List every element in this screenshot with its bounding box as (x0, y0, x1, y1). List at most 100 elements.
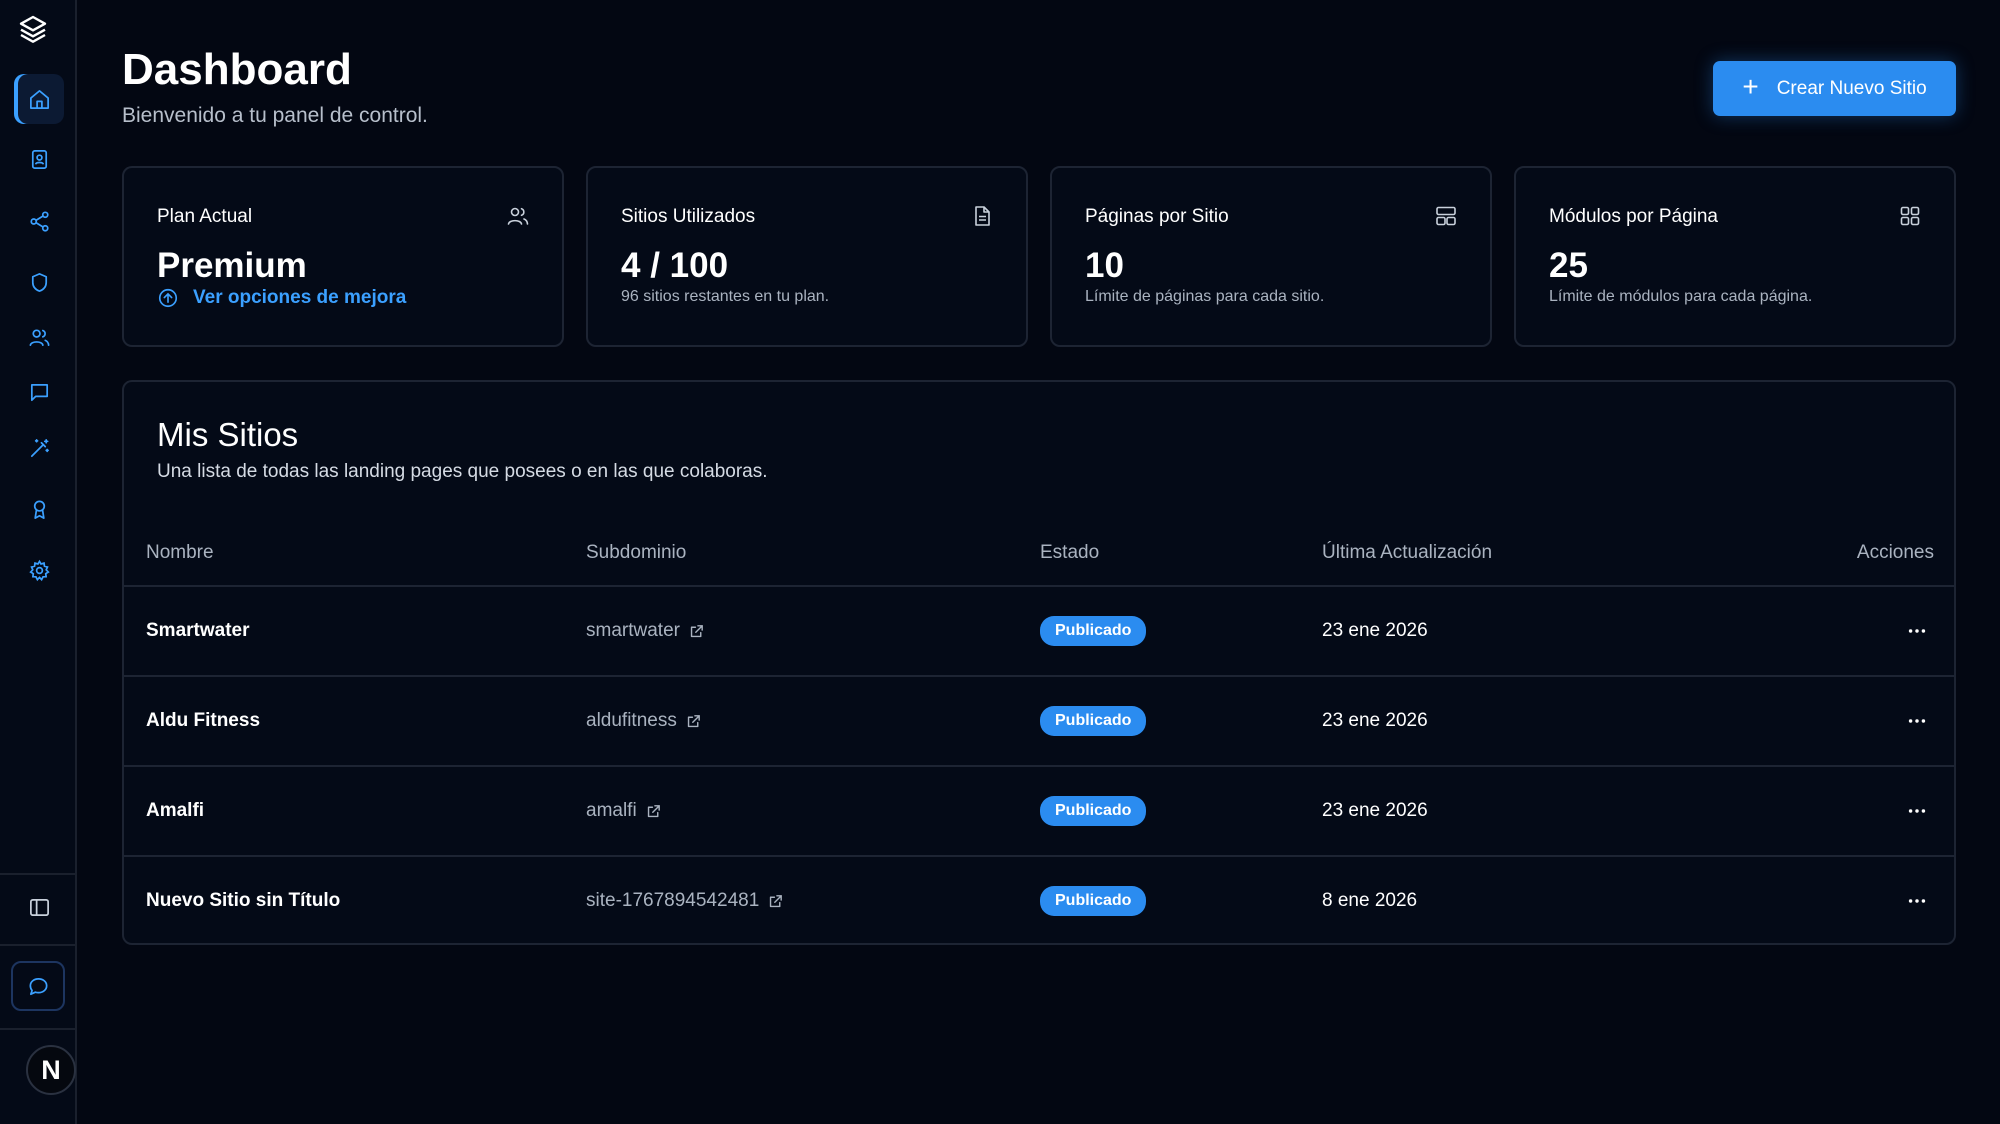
users-icon (507, 207, 529, 225)
sidebar-item-settings[interactable] (14, 545, 64, 595)
subdomain-text: smartwater (586, 620, 680, 641)
sidebar-item-share[interactable] (14, 196, 64, 246)
sidebar-item-users[interactable] (14, 312, 64, 362)
award-icon (33, 499, 45, 519)
user-avatar[interactable]: N (26, 1045, 76, 1095)
sidebar-item-messages[interactable] (14, 367, 64, 417)
upgrade-options-label: Ver opciones de mejora (193, 287, 407, 308)
stat-card-title: Módulos por Página (1549, 206, 1718, 227)
users-icon (29, 328, 49, 346)
sidebar-item-home[interactable] (14, 74, 64, 124)
more-horizontal-icon (1908, 719, 1926, 723)
last-updated: 23 ene 2026 (1322, 710, 1428, 731)
row-actions-button[interactable] (1900, 857, 1934, 945)
column-header-subdomain: Subdominio (586, 542, 687, 563)
site-name: Smartwater (146, 620, 250, 641)
status-badge: Publicado (1040, 886, 1147, 916)
row-actions-button[interactable] (1900, 767, 1934, 855)
sidebar-divider (0, 1028, 77, 1030)
sites-title: Mis Sitios (157, 416, 299, 453)
table-row[interactable]: Nuevo Sitio sin Título site-176789454248… (124, 855, 1954, 945)
column-header-name: Nombre (146, 542, 214, 563)
column-header-actions: Acciones (1856, 542, 1934, 563)
more-horizontal-icon (1908, 809, 1926, 813)
sidebar-item-awards[interactable] (14, 484, 64, 534)
page-title: Dashboard (122, 45, 352, 94)
layers-logo-icon[interactable] (14, 10, 52, 48)
table-row[interactable]: Smartwater smartwater Publicado 23 ene 2… (124, 585, 1954, 675)
status-cell: Publicado (1040, 587, 1147, 675)
stat-card-sites: Sitios Utilizados 4 / 100 96 sitios rest… (586, 166, 1028, 347)
stat-card-modules: Módulos por Página 25 Límite de módulos … (1514, 166, 1956, 347)
sidebar-item-magic[interactable] (14, 423, 64, 473)
sidebar-item-security[interactable] (14, 257, 64, 307)
sidebar-toggle[interactable] (14, 882, 64, 932)
external-link-icon (687, 714, 700, 727)
stat-card-note: Límite de páginas para cada sitio. (1085, 288, 1325, 305)
row-actions-button[interactable] (1900, 677, 1934, 765)
stat-card-value: 25 (1549, 246, 1588, 285)
plus-icon: + (1742, 71, 1759, 102)
sidebar (0, 0, 77, 1124)
stat-card-pages: Páginas por Sitio 10 Límite de páginas p… (1050, 166, 1492, 347)
chat-bubble-icon (28, 977, 48, 995)
last-updated: 8 ene 2026 (1322, 890, 1418, 911)
stat-card-title: Sitios Utilizados (621, 206, 756, 227)
arrow-up-circle-icon (158, 288, 178, 308)
last-updated: 23 ene 2026 (1322, 800, 1428, 821)
subdomain-link[interactable]: site-1767894542481 (586, 857, 784, 945)
layout-icon (1436, 206, 1456, 226)
stat-card-plan: Plan Actual Premium Ver opciones de mejo… (122, 166, 564, 347)
panel-left-icon (29, 898, 49, 916)
sidebar-item-contacts[interactable] (14, 134, 64, 184)
subdomain-link[interactable]: smartwater (586, 587, 705, 675)
stat-card-note: 96 sitios restantes en tu plan. (621, 288, 830, 305)
gear-icon (28, 559, 50, 581)
contact-book-icon (31, 149, 47, 169)
column-header-status: Estado (1040, 542, 1100, 563)
page-subtitle: Bienvenido a tu panel de control. (122, 104, 428, 127)
external-link-icon (647, 804, 660, 817)
sidebar-divider (0, 873, 77, 875)
site-name: Aldu Fitness (146, 710, 261, 731)
status-cell: Publicado (1040, 767, 1147, 855)
status-badge: Publicado (1040, 706, 1147, 736)
external-link-icon (770, 894, 783, 907)
stat-card-title: Plan Actual (157, 206, 253, 227)
subdomain-link[interactable]: amalfi (586, 767, 662, 855)
create-site-button[interactable]: + Crear Nuevo Sitio (1713, 61, 1956, 116)
more-horizontal-icon (1908, 899, 1926, 903)
chat-button[interactable] (11, 961, 65, 1011)
shield-icon (31, 272, 47, 292)
sidebar-divider (0, 944, 77, 946)
stat-card-note: Límite de módulos para cada página. (1549, 288, 1813, 305)
subdomain-text: amalfi (586, 800, 637, 821)
subdomain-text: site-1767894542481 (586, 890, 760, 911)
table-row[interactable]: Aldu Fitness aldufitness Publicado 23 en… (124, 675, 1954, 765)
share-icon (29, 210, 49, 232)
document-icon (975, 206, 990, 226)
subdomain-text: aldufitness (586, 710, 677, 731)
site-name: Nuevo Sitio sin Título (146, 890, 341, 911)
row-actions-button[interactable] (1900, 587, 1934, 675)
more-horizontal-icon (1908, 629, 1926, 633)
column-header-updated: Última Actualización (1322, 542, 1493, 563)
status-cell: Publicado (1040, 677, 1147, 765)
grid-icon (1900, 206, 1920, 226)
status-badge: Publicado (1040, 796, 1147, 826)
sites-description: Una lista de todas las landing pages que… (157, 461, 768, 482)
upgrade-options-link[interactable]: Ver opciones de mejora (157, 287, 406, 309)
magic-wand-icon (30, 438, 49, 457)
sites-panel: Mis Sitios Una lista de todas las landin… (122, 380, 1956, 945)
message-square-icon (30, 383, 48, 401)
status-badge: Publicado (1040, 616, 1147, 646)
status-cell: Publicado (1040, 857, 1147, 945)
table-row[interactable]: Amalfi amalfi Publicado 23 ene 2026 (124, 765, 1954, 855)
create-site-label: Crear Nuevo Sitio (1776, 77, 1927, 99)
external-link-icon (690, 624, 703, 637)
stat-card-value: Premium (157, 246, 307, 285)
stat-card-value: 10 (1085, 246, 1124, 285)
last-updated: 23 ene 2026 (1322, 620, 1428, 641)
home-icon (29, 89, 49, 109)
subdomain-link[interactable]: aldufitness (586, 677, 702, 765)
